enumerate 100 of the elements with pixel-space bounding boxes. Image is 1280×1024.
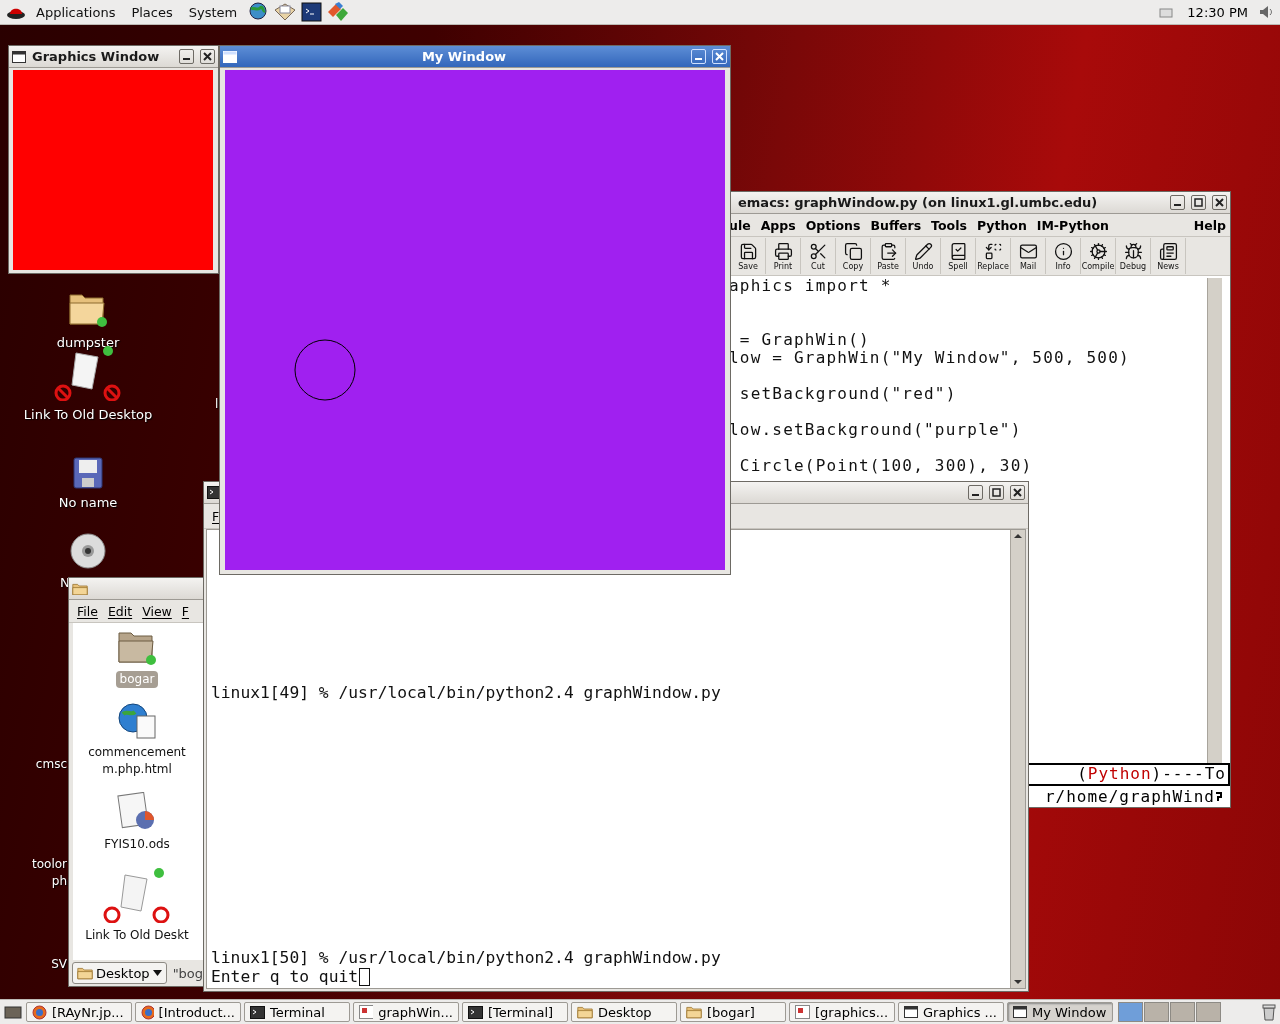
network-icon [1159,6,1174,18]
menu-item[interactable]: Edit [107,603,133,619]
toolbar-button[interactable]: Undo [906,238,941,274]
icon-label: cmsc [35,757,67,771]
toolbar-button[interactable]: Compile [1081,238,1116,274]
taskbar-button[interactable]: [graphics... [789,1002,895,1022]
window-icon [223,50,237,63]
maximize-button[interactable] [1191,195,1206,210]
continuation-icon [1216,791,1222,802]
globe-icon[interactable] [247,2,270,22]
menu-item[interactable]: Help [1193,217,1226,233]
toolbar-button[interactable]: Debug [1116,238,1151,274]
panel-menu[interactable]: System [182,4,244,20]
menu-item[interactable]: Buffers [870,217,922,233]
toolbar-button[interactable]: Replace [976,238,1011,274]
maximize-button[interactable] [989,485,1004,500]
text-cursor [359,967,371,986]
mail-icon[interactable] [273,2,298,22]
menu-item[interactable]: Apps [760,217,796,233]
workspace-switcher[interactable] [1118,1002,1221,1022]
icon-label[interactable]: No name [58,495,118,510]
terminal-line: linux1[50] % /usr/local/bin/python2.4 graphWindow.py [211,948,721,967]
menu-item[interactable]: IM-Python [1036,217,1109,233]
minibuffer-text: r/home/graphWind [1044,787,1215,806]
file-label[interactable]: FYIS10.ods [100,836,174,853]
taskbar-button[interactable]: My Window [1007,1002,1113,1022]
file-label[interactable]: commencement m.php.html [84,744,190,778]
close-button[interactable] [200,49,215,64]
window-title: emacs: graphWindow.py (on linux1.gl.umbc.edu) [737,195,1099,210]
taskbar-button[interactable]: [Terminal] [462,1002,568,1022]
icon-label: ph [51,874,67,888]
code-line: aphics import * [729,277,893,295]
taskbar-button[interactable]: [Introduct... [135,1002,241,1022]
taskbar-button[interactable]: Terminal [244,1002,350,1022]
icon-label[interactable]: N [60,575,70,590]
debug-icon [1123,241,1143,261]
panel-menu[interactable]: Applications [30,4,122,20]
scrollbar[interactable] [1207,278,1222,763]
taskbar-button[interactable]: Graphics ... [898,1002,1004,1022]
close-button[interactable] [1212,195,1227,210]
icon-label[interactable]: dumpster [56,335,120,350]
icon-label: l [215,397,219,411]
icon-label: SV [51,957,67,971]
news-icon [1158,241,1178,261]
scissors-icon [808,241,828,261]
show-desktop-icon[interactable] [3,1003,23,1021]
menu-item[interactable]: Python [976,217,1027,233]
folder-icon [77,966,93,980]
file-label[interactable]: Link To Old Deskt [81,927,193,944]
toolbar-button[interactable]: Info [1046,238,1081,274]
close-icon [1215,198,1224,207]
folder-icon [116,629,158,667]
maximize-icon [992,488,1001,497]
panel-menu[interactable]: Places [125,4,179,20]
minimize-button[interactable] [1170,195,1185,210]
menu-item[interactable]: File [77,603,98,619]
replace-icon [983,241,1003,261]
taskbar-button[interactable]: [bogar] [680,1002,786,1022]
terminal-line: Enter q to quit [211,967,359,986]
menu-item[interactable]: F [181,603,189,619]
minimize-button[interactable] [968,485,983,500]
toolbar-button[interactable]: Spell [941,238,976,274]
window-icon [12,50,26,63]
print-icon [773,241,793,261]
window-icon [904,1006,918,1018]
toolbar-button[interactable]: Cut [801,238,836,274]
menu-item[interactable]: F [212,508,220,524]
folder-icon [577,1005,593,1019]
location-dropdown[interactable]: Desktop [72,962,167,984]
folder-icon [686,1005,702,1019]
path-text: "bog [172,965,204,981]
speaker-icon[interactable] [1258,4,1274,20]
terminal-icon[interactable] [301,2,323,22]
menu-item[interactable]: Tools [931,217,967,233]
terminal-line: linux1[49] % /usr/local/bin/python2.4 graphWindow.py [211,683,721,702]
trash-icon[interactable] [1261,1003,1277,1021]
undo-icon [913,241,933,261]
window-title: My Window [420,49,508,64]
taskbar-button[interactable]: [RAyNr.jp... [26,1002,132,1022]
toolbar-button[interactable]: News [1151,238,1186,274]
toolbar-button[interactable]: Copy [836,238,871,274]
save-icon [738,241,758,261]
menu-item[interactable]: View [142,603,172,619]
spreadsheet-icon [117,792,157,832]
taskbar-button[interactable]: graphWin... [353,1002,459,1022]
toolbar-button[interactable]: Print [766,238,801,274]
info-icon [1053,241,1073,261]
web-page-icon [117,702,157,740]
circle [294,339,356,401]
code-line: setBackground("red") [738,385,958,403]
close-icon [715,52,724,61]
caret-icon [152,970,162,976]
taskbar-button[interactable]: Desktop [571,1002,677,1022]
close-button[interactable] [1010,485,1025,500]
icon-label[interactable]: Link To Old Desktop [23,407,153,422]
toolbar-button[interactable]: Paste [871,238,906,274]
minimize-button[interactable] [179,49,194,64]
toolbar-button[interactable]: Mail [1011,238,1046,274]
menu-item[interactable]: Options [805,217,861,233]
scrollbar[interactable] [1010,530,1025,988]
